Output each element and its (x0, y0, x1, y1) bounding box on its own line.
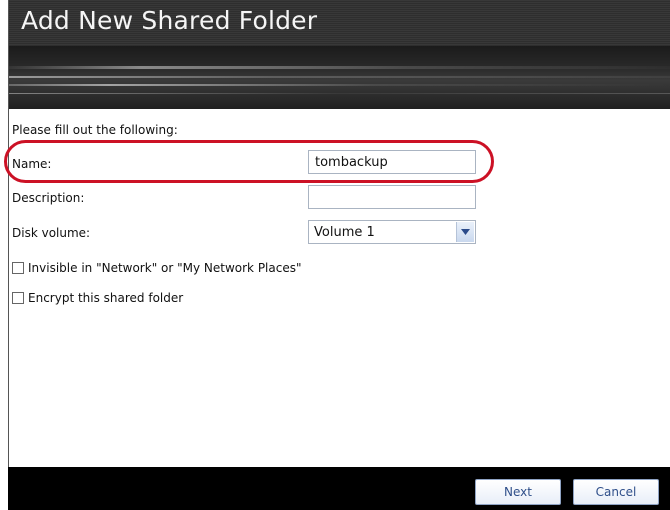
dialog-footer (8, 467, 670, 510)
disk-volume-select[interactable]: Volume 1 (308, 220, 476, 244)
chevron-down-icon[interactable] (456, 222, 474, 242)
header-banner (9, 46, 670, 109)
invisible-checkbox[interactable] (12, 262, 24, 274)
name-label: Name: (12, 157, 52, 171)
title-bar: Add New Shared Folder (9, 0, 670, 46)
encrypt-checkbox[interactable] (12, 292, 24, 304)
disk-volume-label: Disk volume: (12, 226, 91, 240)
disk-volume-value: Volume 1 (314, 225, 375, 240)
dialog-title: Add New Shared Folder (21, 6, 318, 35)
cancel-button[interactable]: Cancel (573, 479, 659, 505)
invisible-checkbox-label: Invisible in "Network" or "My Network Pl… (28, 261, 302, 275)
invisible-checkbox-row[interactable]: Invisible in "Network" or "My Network Pl… (12, 261, 302, 275)
description-label: Description: (12, 191, 85, 205)
encrypt-checkbox-row[interactable]: Encrypt this shared folder (12, 291, 183, 305)
description-input[interactable] (308, 185, 476, 209)
next-button[interactable]: Next (475, 479, 561, 505)
form-intro: Please fill out the following: (12, 123, 178, 137)
encrypt-checkbox-label: Encrypt this shared folder (28, 291, 184, 305)
name-input[interactable] (308, 150, 476, 174)
dialog: Add New Shared Folder (8, 0, 670, 510)
